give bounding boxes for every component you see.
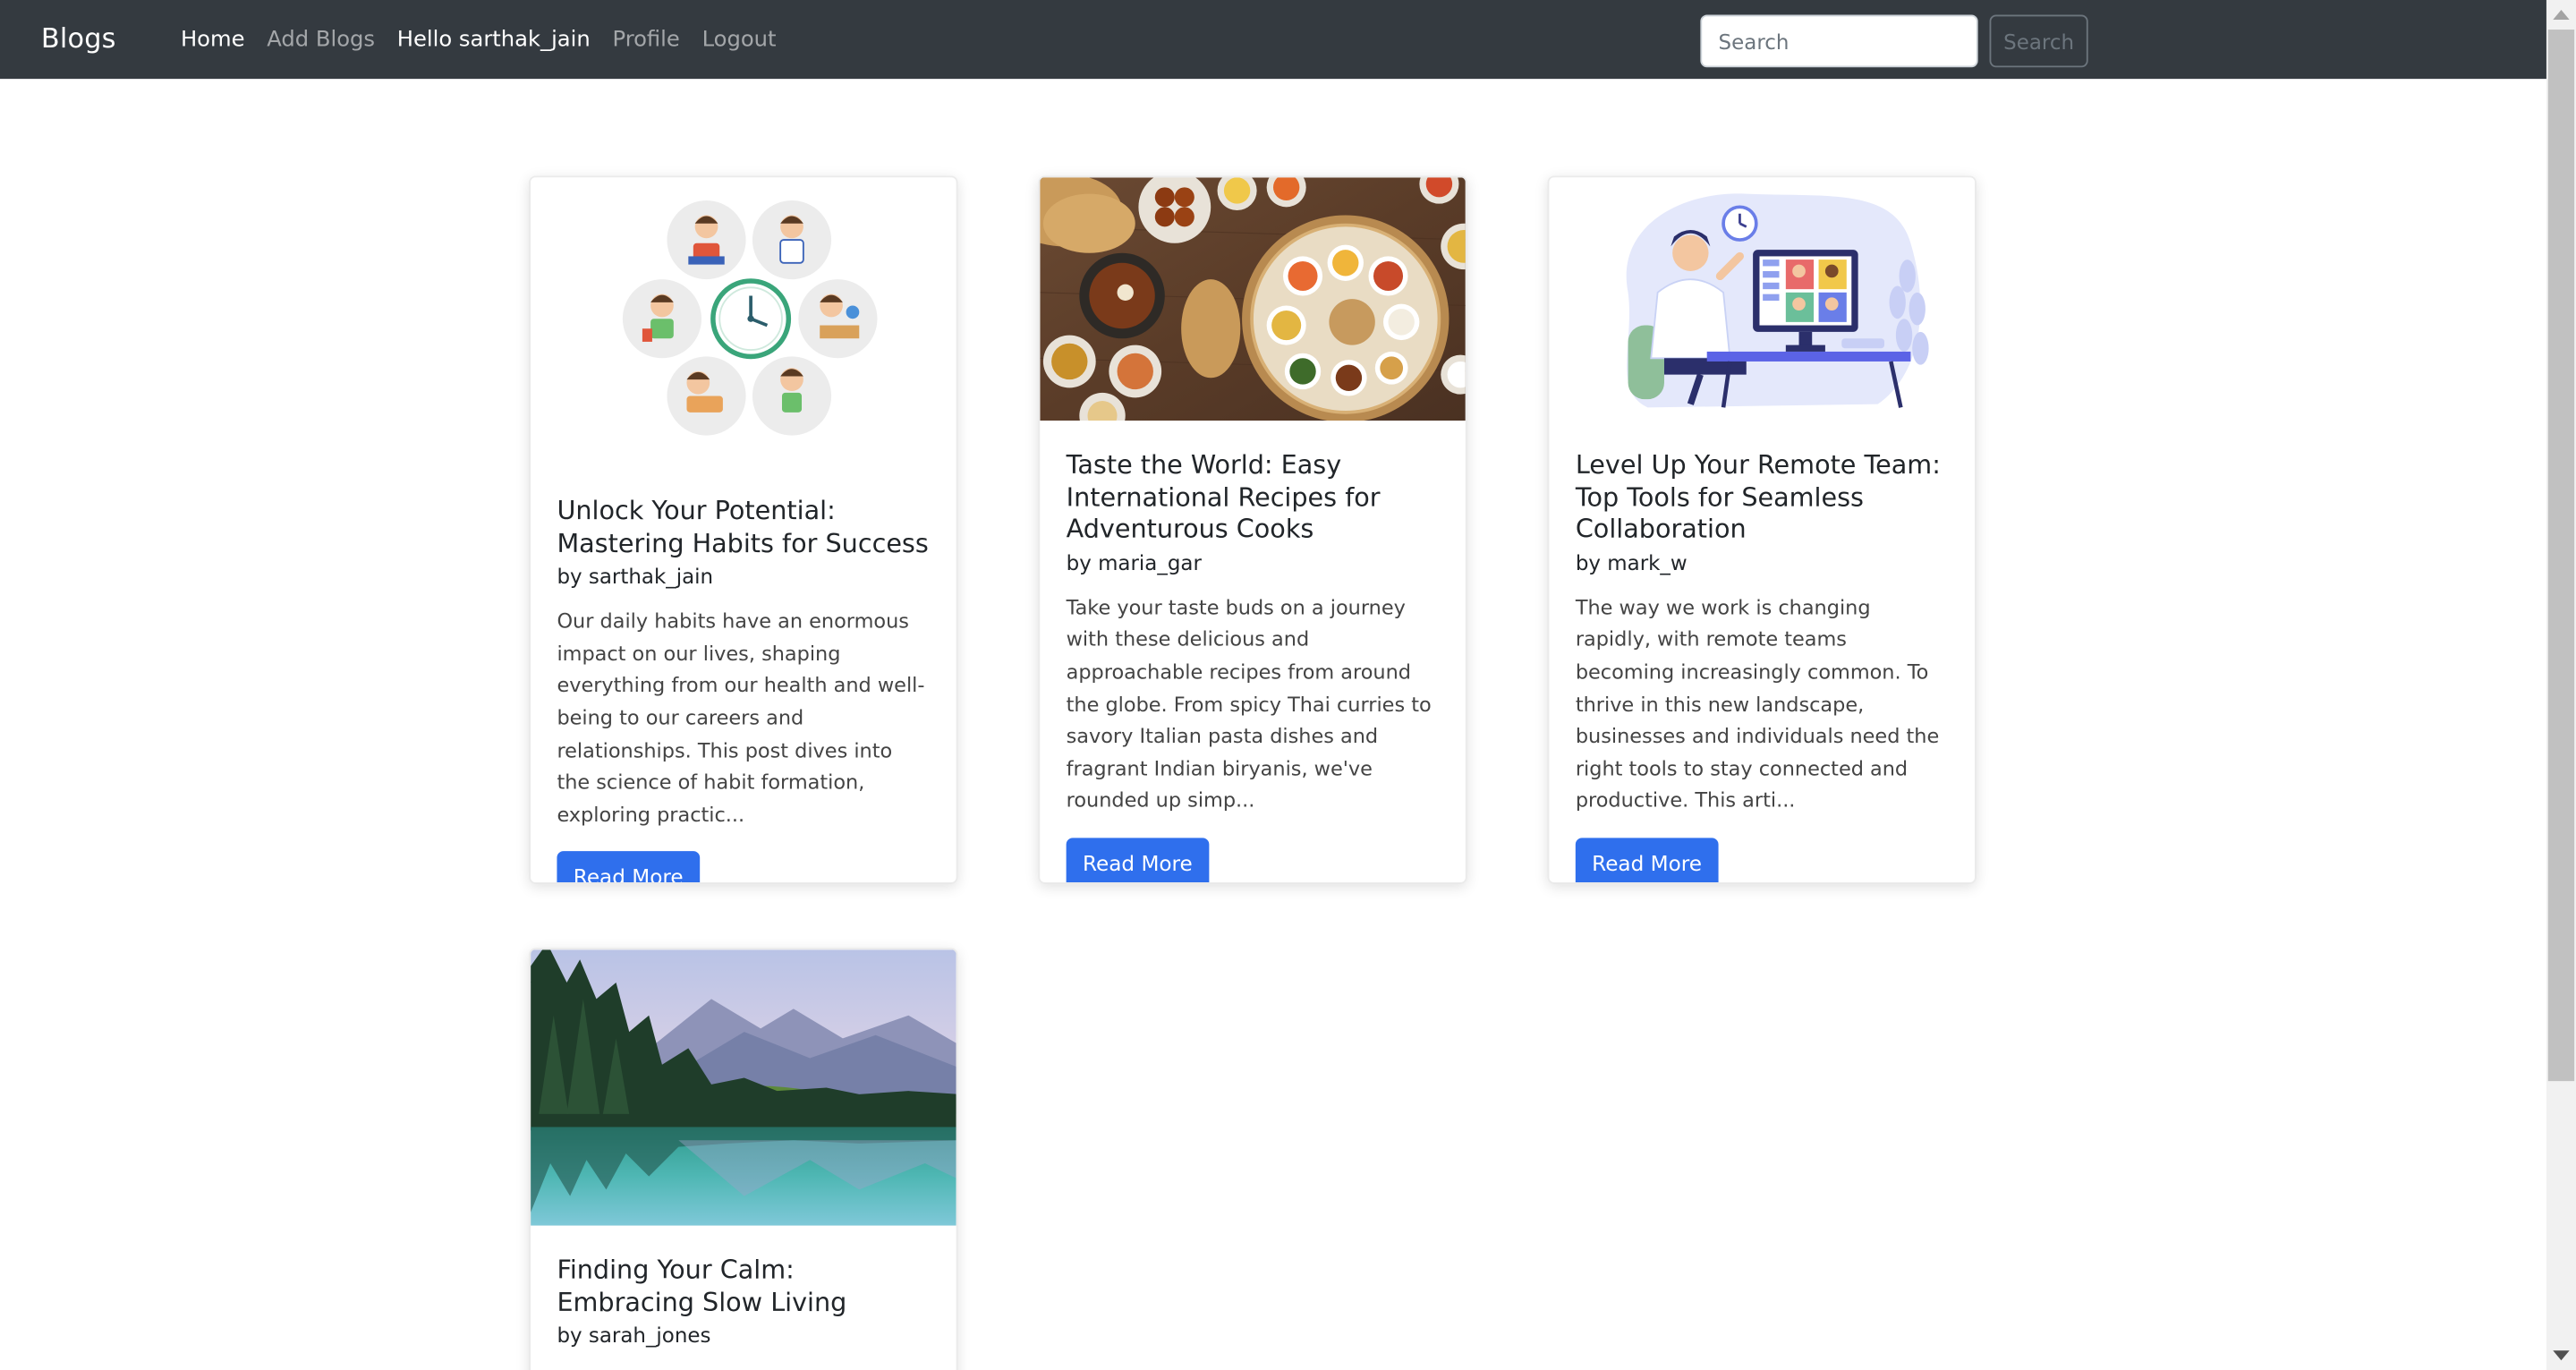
search-form: Search [1700, 14, 2088, 68]
brand-logo[interactable]: Blogs [41, 23, 116, 55]
card-title: Finding Your Calm: Embracing Slow Living [557, 1255, 847, 1317]
blog-card: Level Up Your Remote Team: Top Tools for… [1547, 175, 1977, 884]
indian-thali-photo [1040, 177, 1466, 421]
blog-card: Unlock Your Potential: Mastering Habits … [529, 175, 958, 884]
nav-profile[interactable]: Profile [613, 28, 680, 53]
scroll-thumb[interactable] [2547, 30, 2575, 1082]
card-image-slow-living [531, 949, 956, 1226]
scroll-down-icon[interactable] [2553, 1350, 2570, 1361]
read-more-button[interactable]: Read More [1066, 838, 1210, 882]
nav-logout[interactable]: Logout [702, 28, 777, 53]
card-image-remote [1549, 177, 1975, 421]
card-title: Unlock Your Potential: Mastering Habits … [557, 496, 929, 558]
scroll-up-icon[interactable] [2553, 10, 2570, 21]
card-author: by mark_w [1575, 549, 1688, 575]
read-more-button[interactable]: Read More [557, 851, 700, 882]
nav-greeting[interactable]: Hello sarthak_jain [397, 28, 591, 53]
card-title: Taste the World: Easy International Reci… [1066, 450, 1381, 545]
card-title: Level Up Your Remote Team: Top Tools for… [1575, 450, 1941, 545]
nav-links: Home Add Blogs Hello sarthak_jain Profil… [181, 28, 798, 53]
card-image-habits [531, 177, 956, 467]
navbar: Blogs Home Add Blogs Hello sarthak_jain … [0, 0, 2546, 80]
card-excerpt: Our daily habits have an enormous impact… [557, 609, 925, 827]
mountain-lake-photo [531, 949, 956, 1226]
daily-routine-illustration [531, 177, 956, 467]
blog-card: Taste the World: Easy International Reci… [1038, 175, 1467, 884]
page: Blogs Home Add Blogs Hello sarthak_jain … [0, 0, 2576, 1370]
card-body: Unlock Your Potential: Mastering Habits … [531, 466, 956, 882]
remote-work-illustration [1549, 177, 1975, 421]
read-more-button[interactable]: Read More [1575, 838, 1719, 882]
card-body: Taste the World: Easy International Reci… [1040, 421, 1466, 882]
card-excerpt: Take your taste buds on a journey with t… [1066, 596, 1432, 813]
card-author: by sarthak_jain [557, 564, 714, 589]
search-input[interactable] [1700, 14, 1978, 68]
card-body: Level Up Your Remote Team: Top Tools for… [1549, 421, 1975, 882]
card-author: by maria_gar [1066, 549, 1202, 575]
card-author: by sarah_jones [557, 1323, 711, 1348]
nav-home[interactable]: Home [181, 28, 245, 53]
card-image-recipes [1040, 177, 1466, 421]
card-body: Finding Your Calm: Embracing Slow Living… [531, 1226, 956, 1370]
card-excerpt: The way we work is changing rapidly, wit… [1575, 596, 1940, 813]
vertical-scrollbar[interactable] [2546, 0, 2576, 1370]
blog-card: Finding Your Calm: Embracing Slow Living… [529, 948, 958, 1370]
nav-add-blogs[interactable]: Add Blogs [267, 28, 375, 53]
search-button[interactable]: Search [1989, 14, 2088, 68]
